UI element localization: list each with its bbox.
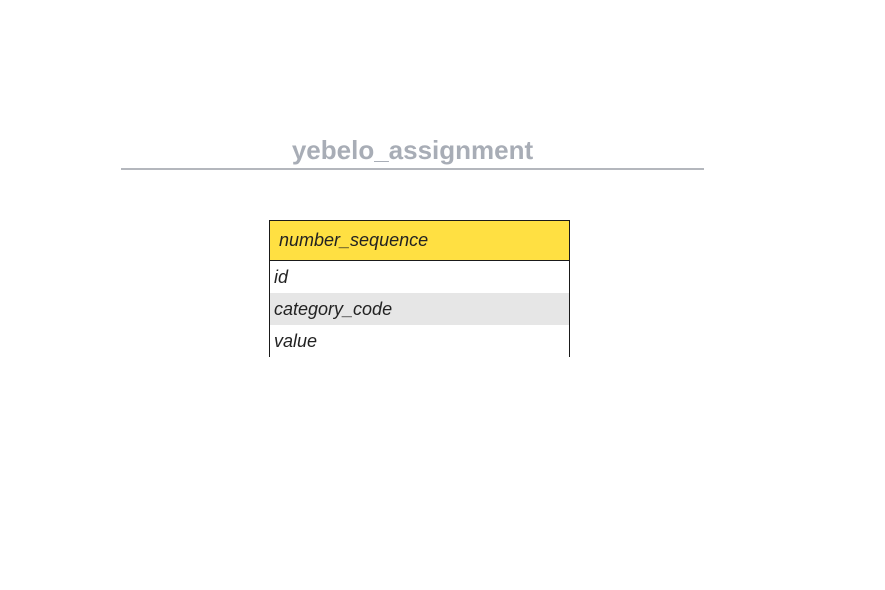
entity-table-number-sequence[interactable]: number_sequence id category_code value xyxy=(269,220,570,357)
entity-header[interactable]: number_sequence xyxy=(270,221,569,261)
field-row-id[interactable]: id xyxy=(270,261,569,293)
diagram-title: yebelo_assignment xyxy=(291,135,534,165)
title-underline xyxy=(121,168,704,170)
field-row-category-code[interactable]: category_code xyxy=(270,293,569,325)
field-row-value[interactable]: value xyxy=(270,325,569,357)
